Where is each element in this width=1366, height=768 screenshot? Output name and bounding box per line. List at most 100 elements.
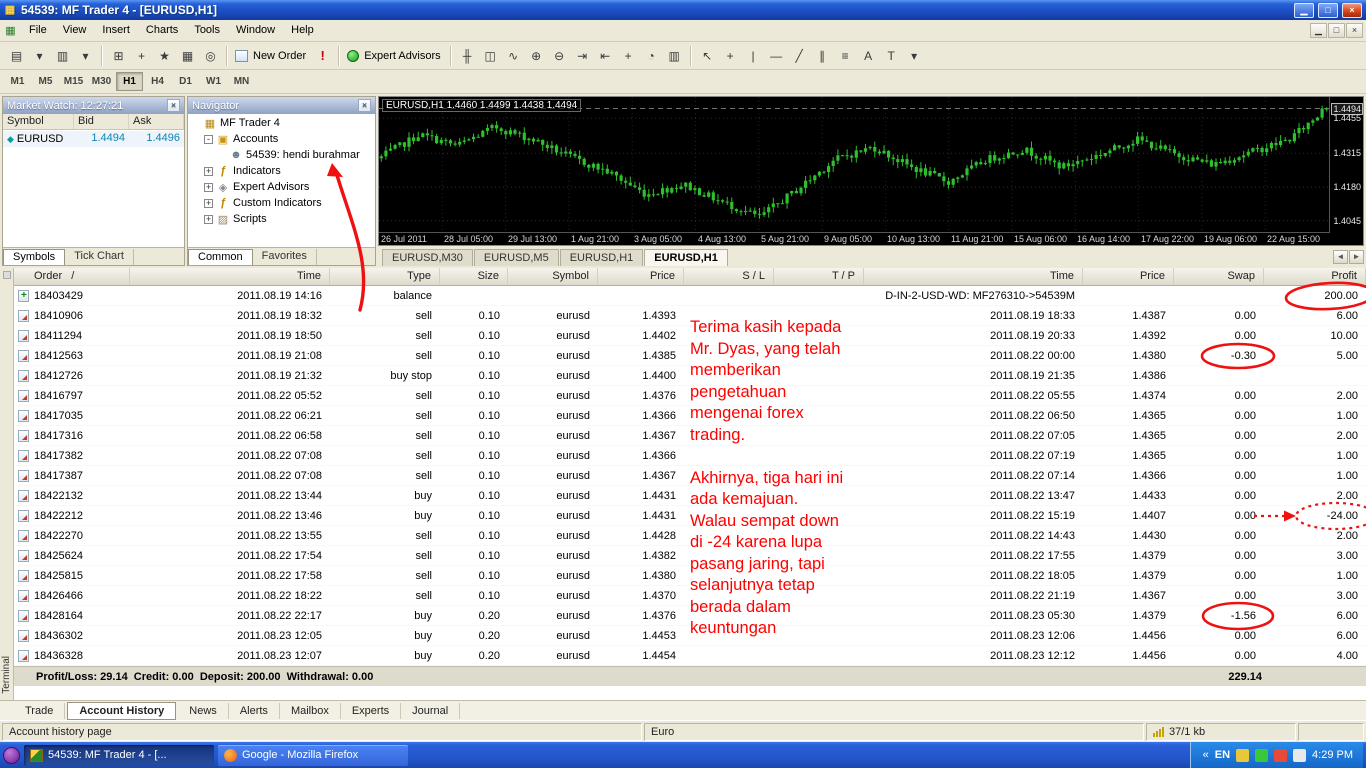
market-watch-tab-symbols[interactable]: Symbols: [3, 249, 66, 265]
terminal-tab-mailbox[interactable]: Mailbox: [280, 702, 341, 719]
nav-item-mf-trader-4[interactable]: ▦ MF Trader 4: [188, 115, 375, 131]
add-indicator-icon[interactable]: +: [617, 45, 640, 67]
mdi-close-button[interactable]: ×: [1346, 23, 1363, 38]
history-row[interactable]: 18426466 2011.08.22 18:22 sell 0.10 eurusd 1.…: [14, 586, 1366, 606]
history-row[interactable]: 18412726 2011.08.19 21:32 buy stop 0.10 euru…: [14, 366, 1366, 386]
zoom-out-icon[interactable]: ⊖: [548, 45, 571, 67]
market-watch-column-symbol[interactable]: Symbol: [3, 114, 74, 129]
timeframe-w1[interactable]: W1: [200, 72, 227, 91]
profiles-icon[interactable]: ▥: [51, 45, 74, 67]
terminal-grip-icon[interactable]: [3, 271, 11, 279]
menu-insert[interactable]: Insert: [94, 21, 138, 40]
timeframe-h1[interactable]: H1: [116, 72, 143, 91]
history-row[interactable]: 18425815 2011.08.22 17:58 sell 0.10 eurusd 1.…: [14, 566, 1366, 586]
history-column-price[interactable]: Price: [598, 268, 684, 285]
market-watch-column-bid[interactable]: Bid: [74, 114, 129, 129]
history-column-s-l[interactable]: S / L: [684, 268, 774, 285]
history-row[interactable]: 18425624 2011.08.22 17:54 sell 0.10 eurusd 1.…: [14, 546, 1366, 566]
chart-time-axis[interactable]: 26 Jul 2011 28 Jul 05:00 29 Jul 13:00 1 Aug…: [379, 232, 1329, 245]
timeframe-h4[interactable]: H4: [144, 72, 171, 91]
messenger-icon[interactable]: [3, 746, 20, 764]
strategy-tester-icon[interactable]: ◎: [199, 45, 222, 67]
tree-expander-icon[interactable]: +: [204, 182, 213, 192]
alert-button[interactable]: !: [311, 45, 334, 67]
history-column-swap[interactable]: Swap: [1174, 268, 1264, 285]
terminal-tab-trade[interactable]: Trade: [14, 702, 66, 719]
taskbar-clock[interactable]: 4:29 PM: [1312, 749, 1353, 761]
menu-window[interactable]: Window: [228, 21, 283, 40]
history-row[interactable]: 18422132 2011.08.22 13:44 buy 0.10 eurusd 1.4…: [14, 486, 1366, 506]
tree-expander-icon[interactable]: +: [204, 198, 213, 208]
history-row[interactable]: 18428164 2011.08.22 22:17 buy 0.20 eurusd 1.4…: [14, 606, 1366, 626]
candlestick-chart[interactable]: [379, 97, 1329, 232]
crosshair-icon[interactable]: +: [719, 45, 742, 67]
market-watch-row[interactable]: ◆ EURUSD 1.4494 1.4496: [3, 131, 184, 147]
menu-charts[interactable]: Charts: [138, 21, 186, 40]
timeframe-m15[interactable]: M15: [60, 72, 87, 91]
task-button-1[interactable]: Google - Mozilla Firefox: [218, 744, 408, 766]
terminal-tab-alerts[interactable]: Alerts: [229, 702, 280, 719]
chart-price-scale[interactable]: 1.4494 1.4455 1.4315 1.4180 1.4045: [1329, 97, 1363, 233]
market-watch-tab-tick-chart[interactable]: Tick Chart: [65, 249, 134, 265]
maximize-button[interactable]: □: [1318, 2, 1338, 18]
vertical-line-icon[interactable]: |: [742, 45, 765, 67]
menu-help[interactable]: Help: [283, 21, 322, 40]
navigator-close-icon[interactable]: ×: [358, 99, 371, 112]
new-chart-icon[interactable]: ▤: [5, 45, 28, 67]
nav-item-indicators[interactable]: + ƒ Indicators: [188, 163, 375, 179]
mdi-restore-button[interactable]: □: [1328, 23, 1345, 38]
templates-icon[interactable]: ▥: [663, 45, 686, 67]
zoom-in-icon[interactable]: ⊕: [525, 45, 548, 67]
market-watch-icon[interactable]: ⊞: [107, 45, 130, 67]
scroll-right-icon[interactable]: ►: [1349, 250, 1364, 264]
text-label-icon[interactable]: T: [880, 45, 903, 67]
new-order-button[interactable]: New Order: [232, 45, 311, 67]
bar-chart-icon[interactable]: ╫: [456, 45, 479, 67]
menu-file[interactable]: File: [21, 21, 55, 40]
navigator-header[interactable]: Navigator ×: [188, 97, 375, 114]
history-row[interactable]: 18436302 2011.08.23 12:05 buy 0.20 eurusd 1.4…: [14, 626, 1366, 646]
history-row[interactable]: 18417387 2011.08.22 07:08 sell 0.10 eurusd 1.…: [14, 466, 1366, 486]
chart-shift-icon[interactable]: ⇤: [594, 45, 617, 67]
chart-tab-2-eurusd-h1[interactable]: EURUSD,H1: [559, 249, 644, 266]
timeframe-m5[interactable]: M5: [32, 72, 59, 91]
market-watch-header[interactable]: Market Watch: 12:27:21 ×: [3, 97, 184, 114]
history-row[interactable]: 18422270 2011.08.22 13:55 sell 0.10 eurusd 1.…: [14, 526, 1366, 546]
history-row[interactable]: 18422212 2011.08.22 13:46 buy 0.10 eurusd 1.4…: [14, 506, 1366, 526]
nav-item-custom-indicators[interactable]: + ƒ Custom Indicators: [188, 195, 375, 211]
tray-shield-icon[interactable]: [1255, 748, 1269, 762]
price-chart[interactable]: EURUSD,H1 1.4460 1.4499 1.4438 1.4494 1.…: [378, 96, 1364, 246]
tree-expander-icon[interactable]: +: [204, 166, 213, 176]
terminal-tab-journal[interactable]: Journal: [401, 702, 461, 719]
history-row[interactable]: 18417382 2011.08.22 07:08 sell 0.10 eurusd 1.…: [14, 446, 1366, 466]
expert-advisors-button[interactable]: Expert Advisors: [344, 45, 445, 67]
channel-icon[interactable]: ∥: [811, 45, 834, 67]
terminal-tab-news[interactable]: News: [178, 702, 229, 719]
history-row[interactable]: 18416797 2011.08.22 05:52 sell 0.10 eurusd 1.…: [14, 386, 1366, 406]
history-column-t-p[interactable]: T / P: [774, 268, 864, 285]
tree-expander-icon[interactable]: -: [204, 134, 213, 144]
market-watch-close-icon[interactable]: ×: [167, 99, 180, 112]
timeframe-m1[interactable]: M1: [4, 72, 31, 91]
auto-scroll-icon[interactable]: ⇥: [571, 45, 594, 67]
chart-tab-1-eurusd-m5[interactable]: EURUSD,M5: [473, 249, 559, 266]
close-button[interactable]: ×: [1342, 2, 1362, 18]
navigator-icon[interactable]: ★: [153, 45, 176, 67]
timeframe-m30[interactable]: M30: [88, 72, 115, 91]
fibonacci-icon[interactable]: ≡: [834, 45, 857, 67]
history-column-price[interactable]: Price: [1083, 268, 1174, 285]
profiles-dropdown-icon[interactable]: ▾: [74, 45, 97, 67]
candlestick-icon[interactable]: ◫: [479, 45, 502, 67]
history-row[interactable]: 18411294 2011.08.19 18:50 sell 0.10 eurusd 1.…: [14, 326, 1366, 346]
history-column-type[interactable]: Type: [330, 268, 440, 285]
menu-tools[interactable]: Tools: [186, 21, 228, 40]
task-button-0[interactable]: 54539: MF Trader 4 - [...: [24, 744, 214, 766]
market-watch-column-ask[interactable]: Ask: [129, 114, 184, 129]
periods-icon[interactable]: ◔: [640, 45, 663, 67]
terminal-tab-account-history[interactable]: Account History: [67, 701, 177, 720]
chart-plot[interactable]: EURUSD,H1 1.4460 1.4499 1.4438 1.4494: [379, 97, 1329, 232]
history-column-size[interactable]: Size: [440, 268, 508, 285]
history-row[interactable]: 18436328 2011.08.23 12:07 buy 0.20 eurusd 1.4…: [14, 646, 1366, 666]
history-row[interactable]: 18403429 2011.08.19 14:16 balance D-IN-2-US…: [14, 286, 1366, 306]
line-chart-icon[interactable]: ∿: [502, 45, 525, 67]
